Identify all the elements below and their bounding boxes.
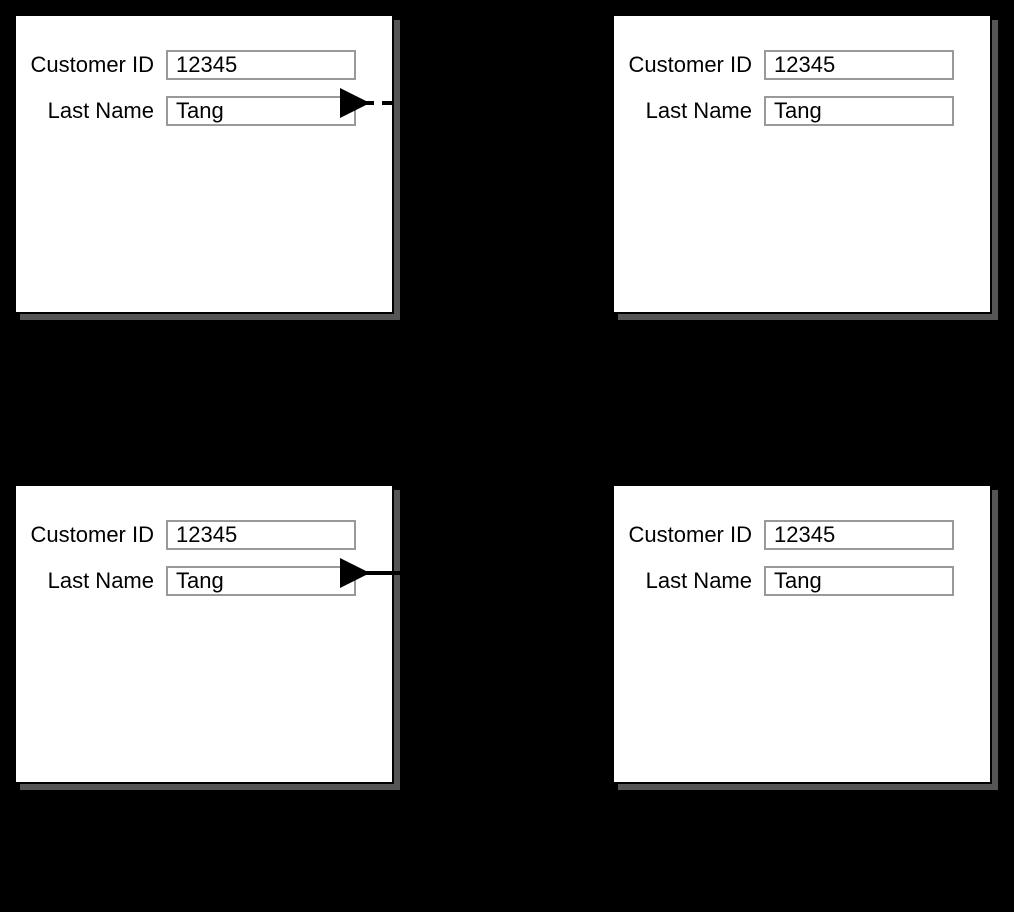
form-row-customer-id: Customer ID 12345 [614, 520, 990, 550]
form-panel-top-right: Customer ID 12345 Last Name Tang [612, 14, 992, 314]
customer-id-input[interactable]: 12345 [166, 520, 356, 550]
form-row-last-name: Last Name Tang [614, 566, 990, 596]
last-name-input[interactable]: Tang [166, 566, 356, 596]
customer-id-label: Customer ID [16, 52, 166, 78]
customer-id-input[interactable]: 12345 [764, 520, 954, 550]
form-row-last-name: Last Name Tang [614, 96, 990, 126]
last-name-label: Last Name [614, 98, 764, 124]
form-panel-bottom-left: Customer ID 12345 Last Name Tang [14, 484, 394, 784]
customer-id-label: Customer ID [614, 522, 764, 548]
form-row-customer-id: Customer ID 12345 [614, 50, 990, 80]
form-row-last-name: Last Name Tang [16, 96, 392, 126]
last-name-input[interactable]: Tang [764, 96, 954, 126]
last-name-label: Last Name [16, 568, 166, 594]
last-name-label: Last Name [614, 568, 764, 594]
last-name-label: Last Name [16, 98, 166, 124]
form-row-customer-id: Customer ID 12345 [16, 50, 392, 80]
form-panel-top-left: Customer ID 12345 Last Name Tang [14, 14, 394, 314]
customer-id-input[interactable]: 12345 [764, 50, 954, 80]
form-panel-bottom-right: Customer ID 12345 Last Name Tang [612, 484, 992, 784]
customer-id-label: Customer ID [614, 52, 764, 78]
form-row-customer-id: Customer ID 12345 [16, 520, 392, 550]
last-name-input[interactable]: Tang [764, 566, 954, 596]
customer-id-label: Customer ID [16, 522, 166, 548]
form-row-last-name: Last Name Tang [16, 566, 392, 596]
customer-id-input[interactable]: 12345 [166, 50, 356, 80]
last-name-input[interactable]: Tang [166, 96, 356, 126]
